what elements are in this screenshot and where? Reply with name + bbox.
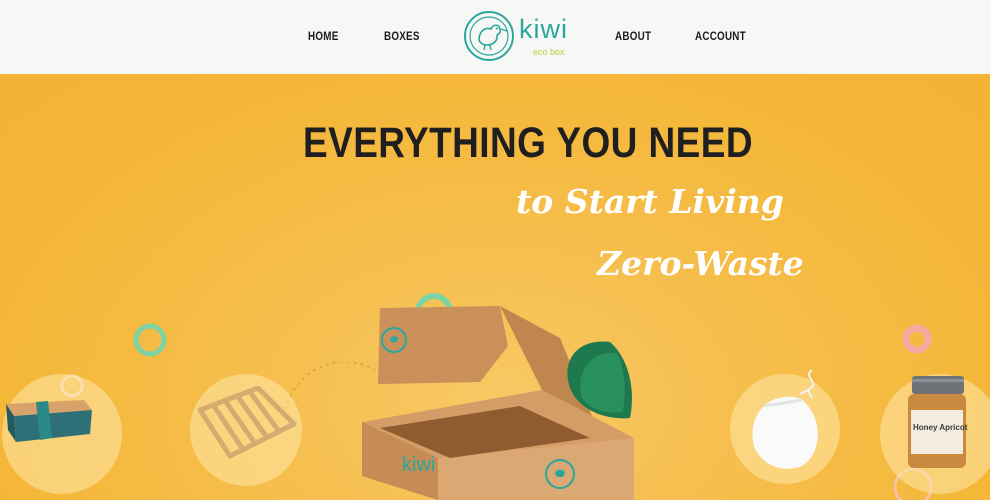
pink-ring-decoration	[902, 324, 932, 354]
hero-subline-start-living: to Start Living	[516, 182, 784, 221]
nav-boxes-link[interactable]: BOXES	[384, 29, 420, 43]
bamboo-soap-dish-image	[197, 386, 297, 459]
hero-headline: EVERYTHING YOU NEED	[303, 119, 753, 167]
nav-account-link[interactable]: ACCOUNT	[695, 29, 746, 43]
kiwi-bird-icon	[464, 11, 514, 61]
bamboo-lunch-box-image	[6, 400, 92, 442]
hero-subline-zero-waste: Zero-Waste	[597, 244, 804, 283]
logo-tagline: eco box	[533, 47, 565, 57]
logo-wordmark: kiwi	[519, 14, 568, 44]
box-brand-label: kiwi	[402, 454, 436, 476]
cotton-produce-bag-image	[752, 369, 818, 469]
green-ring-decoration	[133, 323, 167, 357]
top-navigation: HOME BOXES kiwi eco box ABOUT ACCOUNT	[0, 0, 990, 74]
jar-icon	[908, 376, 966, 468]
nav-about-link[interactable]: ABOUT	[615, 29, 651, 43]
honey-apricot-jar: Honey Apricot	[906, 376, 968, 468]
jar-label: Honey Apricot	[913, 423, 968, 432]
hero-banner: EVERYTHING YOU NEED to Start Living Zero…	[0, 74, 990, 500]
nav-home-link[interactable]: HOME	[308, 29, 339, 43]
kiwi-eco-box-logo[interactable]: kiwi eco box	[463, 10, 573, 62]
